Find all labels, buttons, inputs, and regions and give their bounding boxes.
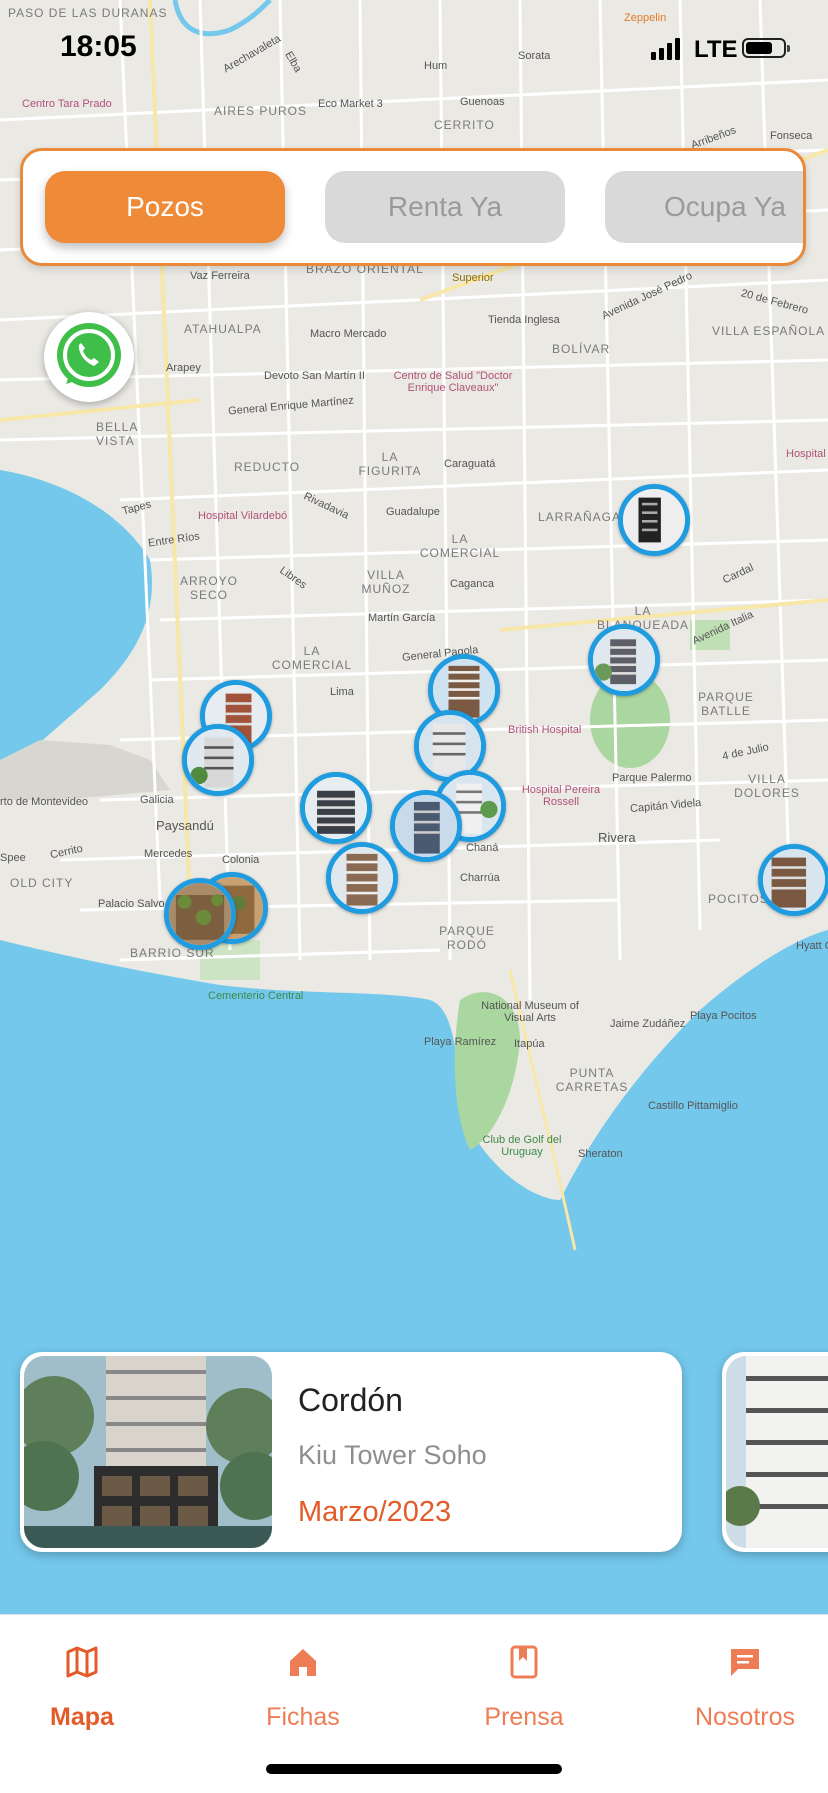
map-pin-project[interactable] bbox=[182, 724, 254, 796]
map-pin-project[interactable] bbox=[390, 790, 462, 862]
map-label: VILLA ESPAÑOLA bbox=[712, 324, 826, 338]
map-label: Mercedes bbox=[144, 848, 193, 860]
map-label: AIRES PUROS bbox=[214, 104, 308, 118]
map-label: LARRAÑAGA bbox=[538, 510, 622, 524]
chat-icon bbox=[731, 1649, 759, 1676]
map-label: Galicia bbox=[140, 794, 174, 806]
nav-label: Nosotros bbox=[694, 1703, 796, 1731]
status-bar: 18:05 LTE bbox=[0, 0, 828, 100]
map-label: LA BLANQUEADA bbox=[596, 604, 690, 632]
nav-tab-nosotros[interactable]: Nosotros bbox=[645, 1645, 828, 1732]
status-time: 18:05 bbox=[60, 30, 137, 63]
project-image bbox=[24, 1356, 272, 1548]
map-label: Hospital bbox=[786, 448, 826, 460]
map-pin-project[interactable] bbox=[164, 878, 236, 950]
map-pin-project[interactable] bbox=[300, 772, 372, 844]
map-label: CERRITO bbox=[434, 118, 495, 132]
map-label: Parque Palermo bbox=[612, 772, 692, 784]
map-label: Palacio Salvo bbox=[98, 898, 165, 910]
map-label: Hyatt C bbox=[796, 940, 828, 952]
network-type: LTE bbox=[694, 36, 738, 63]
map-label: Colonia bbox=[222, 854, 260, 866]
map-pin-project[interactable] bbox=[326, 842, 398, 914]
map-label: Hospital Vilardebó bbox=[198, 510, 288, 522]
map-label: Macro Mercado bbox=[310, 328, 387, 340]
map-label: Playa Pocitos bbox=[690, 1010, 757, 1022]
map-label: ATAHUALPA bbox=[184, 322, 262, 336]
nav-label: Fichas bbox=[266, 1703, 340, 1731]
map-label: National Museum of Visual Arts bbox=[481, 1000, 579, 1024]
nav-label: Prensa bbox=[484, 1703, 564, 1731]
map-label: BELLA VISTA bbox=[96, 420, 138, 448]
nav-label: Mapa bbox=[50, 1703, 114, 1731]
map-label: rto de Montevideo bbox=[0, 796, 89, 808]
map-label: Vaz Ferreira bbox=[190, 270, 250, 282]
map-label: POCITOS bbox=[708, 892, 769, 906]
project-neighborhood: Cordón bbox=[298, 1382, 403, 1418]
project-name: Kiu Tower Soho bbox=[298, 1440, 487, 1470]
map-label: Fonseca bbox=[770, 130, 813, 142]
tab-pozos[interactable]: Pozos bbox=[45, 171, 285, 243]
project-image bbox=[726, 1356, 828, 1548]
map-label: Devoto San Martín II bbox=[264, 370, 365, 382]
map-label: Arapey bbox=[166, 362, 201, 374]
home-indicator bbox=[266, 1764, 562, 1774]
map-label: PARQUE BATLLE bbox=[698, 690, 754, 718]
map-label: LA FIGURITA bbox=[358, 450, 422, 478]
nav-tab-prensa[interactable]: Prensa bbox=[424, 1645, 624, 1732]
map-label: PARQUE RODÓ bbox=[439, 924, 495, 952]
map-label: Martín García bbox=[368, 612, 436, 624]
nav-tab-fichas[interactable]: Fichas bbox=[203, 1645, 403, 1732]
map-label: Playa Ramírez bbox=[424, 1036, 497, 1048]
map-icon bbox=[66, 1646, 98, 1678]
battery-icon bbox=[742, 38, 790, 58]
map-label: Cementerio Central bbox=[208, 990, 304, 1002]
map-label: PUNTA CARRETAS bbox=[555, 1066, 629, 1094]
map-label: VILLA DOLORES bbox=[734, 772, 800, 800]
whatsapp-button[interactable] bbox=[44, 312, 134, 402]
map-label: Club de Golf del Uruguay bbox=[482, 1134, 562, 1158]
map-label: Charrúa bbox=[460, 872, 500, 884]
project-card-next[interactable] bbox=[722, 1352, 828, 1552]
map-label: Paysandú bbox=[156, 818, 214, 833]
map-label: LA COMERCIAL bbox=[271, 644, 353, 672]
map-pin-project[interactable] bbox=[618, 484, 690, 556]
map-label: OLD CITY bbox=[10, 876, 74, 890]
map-label: Tienda Inglesa bbox=[488, 314, 560, 326]
map-label: Superior bbox=[452, 272, 494, 284]
map-label: ARROYO SECO bbox=[179, 574, 238, 602]
map-label: Centro de Salud "Doctor Enrique Claveaux… bbox=[393, 370, 513, 394]
tab-ocupa-ya[interactable]: Ocupa Ya bbox=[605, 171, 803, 243]
map-label: LA COMERCIAL bbox=[419, 532, 501, 560]
tab-renta-ya[interactable]: Renta Ya bbox=[325, 171, 565, 243]
map-label: Rivera bbox=[598, 830, 636, 845]
home-icon bbox=[290, 1649, 316, 1676]
map-label: BOLÍVAR bbox=[552, 342, 611, 356]
map-label: British Hospital bbox=[508, 724, 582, 736]
map-label: Castillo Pittamiglio bbox=[648, 1100, 738, 1112]
project-card[interactable]: Cordón Kiu Tower Soho Marzo/2023 bbox=[20, 1352, 682, 1552]
map-label: Chaná bbox=[466, 842, 499, 854]
map-label: Jaime Zudáñez bbox=[610, 1018, 686, 1030]
map-pin-project[interactable] bbox=[758, 844, 828, 916]
map-label: Itapúa bbox=[514, 1038, 545, 1050]
map-label: Caganca bbox=[450, 578, 495, 590]
signal-icon bbox=[651, 38, 681, 60]
map-label: REDUCTO bbox=[234, 460, 301, 474]
map-label: Spee bbox=[0, 852, 26, 864]
map-label: Guadalupe bbox=[386, 506, 440, 518]
map-label: VILLA MUÑOZ bbox=[361, 568, 411, 596]
project-date: Marzo/2023 bbox=[298, 1496, 452, 1528]
map-label: Caraguatá bbox=[444, 458, 496, 470]
bookmark-icon bbox=[510, 1645, 538, 1679]
nav-tab-mapa[interactable]: Mapa bbox=[0, 1645, 182, 1732]
filter-tabs: Pozos Renta Ya Ocupa Ya bbox=[20, 148, 806, 266]
map-label: Lima bbox=[330, 686, 354, 698]
map-label: Sheraton bbox=[578, 1148, 623, 1160]
map-pin-project[interactable] bbox=[588, 624, 660, 696]
whatsapp-icon bbox=[57, 323, 121, 387]
map-label: Hospital Pereira Rossell bbox=[521, 784, 601, 808]
